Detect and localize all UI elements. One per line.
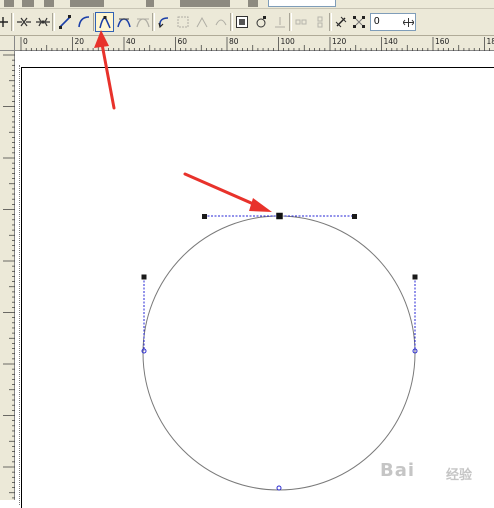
curve-node[interactable] bbox=[277, 486, 281, 490]
symmetrical-node-button[interactable] bbox=[133, 12, 152, 32]
ruler-label: 40 bbox=[126, 37, 136, 46]
horizontal-reflect-button[interactable] bbox=[291, 12, 310, 32]
select-all-nodes-button[interactable] bbox=[349, 12, 368, 32]
cusp-node-button[interactable] bbox=[95, 12, 114, 32]
toolbar-fragment bbox=[180, 0, 230, 7]
ruler-label: 120 bbox=[332, 37, 347, 46]
align-nodes-icon bbox=[273, 15, 287, 29]
horizontal-ruler-scale: 0 20 40 60 80 100 120 140 160 180 bbox=[15, 36, 494, 51]
symmetrical-node-icon bbox=[136, 15, 150, 29]
drawing-canvas[interactable] bbox=[15, 51, 494, 500]
reverse-direction-button[interactable] bbox=[154, 12, 173, 32]
ruler-label: 0 bbox=[23, 37, 28, 46]
toolbar-fragment bbox=[4, 0, 14, 7]
control-handle[interactable] bbox=[142, 275, 147, 280]
break-curve-button[interactable] bbox=[33, 12, 52, 32]
stretch-scale-icon bbox=[235, 15, 249, 29]
auto-close-button[interactable] bbox=[211, 12, 230, 32]
curve-smoothness-value: 0 bbox=[374, 16, 380, 27]
ruler-label: 180 bbox=[487, 37, 494, 46]
toolbar-fragment bbox=[70, 0, 104, 7]
extend-curve-button[interactable] bbox=[173, 12, 192, 32]
cusp-node-icon bbox=[98, 15, 112, 29]
join-nodes-button[interactable] bbox=[14, 12, 33, 32]
vertical-ruler[interactable] bbox=[0, 51, 15, 500]
join-nodes-icon bbox=[16, 15, 32, 29]
reverse-direction-icon bbox=[157, 15, 171, 29]
curve-smoothness-field[interactable]: 0 bbox=[370, 13, 416, 31]
watermark: Bai 经验 bbox=[380, 452, 492, 496]
circle-curve[interactable] bbox=[143, 216, 415, 490]
horizontal-ruler[interactable]: 0 20 40 60 80 100 120 140 160 180 bbox=[15, 36, 494, 51]
break-curve-icon bbox=[35, 15, 51, 29]
vertical-reflect-button[interactable] bbox=[310, 12, 329, 32]
extract-subpath-icon bbox=[195, 15, 209, 29]
control-handle[interactable] bbox=[202, 214, 207, 219]
elastic-mode-icon bbox=[334, 15, 348, 29]
toolbar-fragment bbox=[146, 0, 154, 7]
top-input-fragment[interactable] bbox=[268, 0, 336, 7]
to-line-icon bbox=[58, 15, 72, 29]
align-nodes-button[interactable] bbox=[270, 12, 289, 32]
ruler-origin-corner[interactable] bbox=[0, 36, 15, 51]
horizontal-reflect-icon bbox=[294, 15, 308, 29]
ruler-label: 60 bbox=[178, 37, 188, 46]
to-curve-icon bbox=[77, 15, 91, 29]
select-all-nodes-icon bbox=[352, 15, 366, 29]
rotate-skew-icon bbox=[254, 15, 268, 29]
stretch-scale-button[interactable] bbox=[232, 12, 251, 32]
rotate-skew-button[interactable] bbox=[251, 12, 270, 32]
selected-node[interactable] bbox=[276, 213, 283, 220]
to-curve-button[interactable] bbox=[74, 12, 93, 32]
toolbar-fragment bbox=[22, 0, 34, 7]
ruler-label: 160 bbox=[435, 37, 450, 46]
ruler-label: 20 bbox=[75, 37, 85, 46]
extend-curve-icon bbox=[176, 15, 190, 29]
vertical-reflect-icon bbox=[313, 15, 327, 29]
extract-subpath-button[interactable] bbox=[192, 12, 211, 32]
control-handle[interactable] bbox=[352, 214, 357, 219]
to-line-button[interactable] bbox=[55, 12, 74, 32]
ruler-label: 140 bbox=[384, 37, 399, 46]
ruler-label: 80 bbox=[229, 37, 239, 46]
watermark-sub: 经验 bbox=[446, 464, 472, 483]
smooth-node-icon bbox=[117, 15, 131, 29]
watermark-text: Bai bbox=[380, 460, 415, 481]
drawing-surface bbox=[15, 51, 494, 500]
menu-strip-fragment bbox=[0, 0, 494, 9]
control-handle[interactable] bbox=[413, 275, 418, 280]
add-node-icon bbox=[0, 16, 11, 28]
toolbar-fragment bbox=[248, 0, 258, 7]
smoothness-slider-icon[interactable] bbox=[402, 15, 414, 29]
smooth-node-button[interactable] bbox=[114, 12, 133, 32]
elastic-mode-button[interactable] bbox=[331, 12, 350, 32]
vertical-ruler-scale bbox=[0, 51, 15, 500]
property-bar: 0 bbox=[0, 9, 494, 36]
ruler-label: 100 bbox=[281, 37, 296, 46]
toolbar-fragment bbox=[44, 0, 54, 7]
auto-close-icon bbox=[214, 15, 228, 29]
